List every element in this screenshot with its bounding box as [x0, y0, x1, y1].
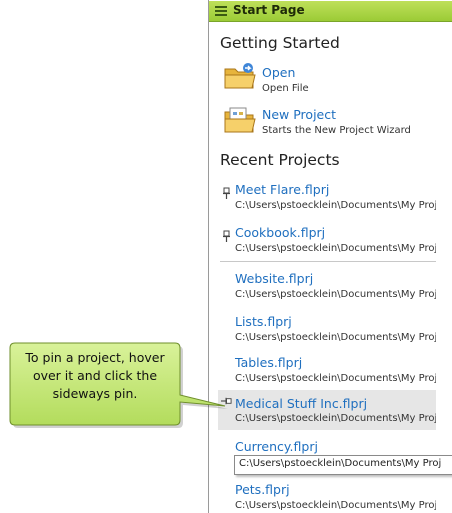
callout-line: over it and click the [32, 368, 158, 383]
recent-project-item[interactable]: Meet Flare.flprj C:\Users\pstoecklein\Do… [218, 181, 436, 221]
callout-line: sideways pin. [52, 386, 138, 401]
open-link[interactable]: Open [262, 65, 295, 80]
recent-project-name[interactable]: Cookbook.flprj [235, 225, 325, 240]
recent-project-item-hovered[interactable]: Medical Stuff Inc.flprj C:\Users\pstoeck… [218, 390, 436, 430]
recent-project-path: C:\Users\pstoecklein\Documents\My Proj [235, 243, 436, 254]
recent-project-path: C:\Users\pstoecklein\Documents\My Proj [235, 500, 436, 511]
recent-project-path: C:\Users\pstoecklein\Documents\My Proj [235, 373, 436, 384]
tooltip-text: C:\Users\pstoecklein\Documents\My Proj [239, 458, 442, 469]
start-page-title-bar: Start Page [209, 1, 452, 22]
pinned-divider [220, 261, 436, 262]
recent-project-name[interactable]: Website.flprj [235, 271, 313, 286]
recent-project-name[interactable]: Tables.flprj [235, 355, 302, 370]
callout-text: To pin a project, hover over it and clic… [12, 349, 178, 403]
new-project-icon[interactable] [224, 106, 256, 134]
recent-project-name[interactable]: Lists.flprj [235, 314, 292, 329]
recent-project-path: C:\Users\pstoecklein\Documents\My Proj [235, 200, 436, 211]
menu-icon[interactable] [215, 6, 227, 16]
open-description: Open File [262, 83, 309, 94]
recent-project-path: C:\Users\pstoecklein\Documents\My Proj [235, 413, 436, 424]
recent-projects-heading: Recent Projects [220, 151, 340, 169]
open-folder-icon[interactable] [224, 62, 256, 90]
callout-line: To pin a project, hover [25, 350, 165, 365]
new-project-description: Starts the New Project Wizard [262, 125, 411, 136]
recent-project-name[interactable]: Pets.flprj [235, 482, 290, 497]
recent-project-path: C:\Users\pstoecklein\Documents\My Proj [235, 332, 436, 343]
recent-project-name[interactable]: Medical Stuff Inc.flprj [235, 396, 367, 411]
recent-project-item[interactable]: Tables.flprj C:\Users\pstoecklein\Docume… [218, 354, 436, 394]
pin-icon[interactable] [221, 230, 232, 242]
recent-project-item[interactable]: Pets.flprj C:\Users\pstoecklein\Document… [218, 481, 436, 513]
getting-started-heading: Getting Started [220, 34, 340, 52]
recent-project-name[interactable]: Meet Flare.flprj [235, 182, 329, 197]
start-page-title: Start Page [233, 3, 305, 17]
recent-project-item[interactable]: Website.flprj C:\Users\pstoecklein\Docum… [218, 270, 436, 310]
recent-project-item[interactable]: Lists.flprj C:\Users\pstoecklein\Documen… [218, 313, 436, 353]
recent-project-item[interactable]: Cookbook.flprj C:\Users\pstoecklein\Docu… [218, 224, 436, 264]
new-project-link[interactable]: New Project [262, 107, 336, 122]
pin-icon[interactable] [221, 187, 232, 199]
path-tooltip: C:\Users\pstoecklein\Documents\My Proj [234, 455, 452, 475]
recent-project-path: C:\Users\pstoecklein\Documents\My Proj [235, 289, 436, 300]
recent-project-name[interactable]: Currency.flprj [235, 439, 318, 454]
